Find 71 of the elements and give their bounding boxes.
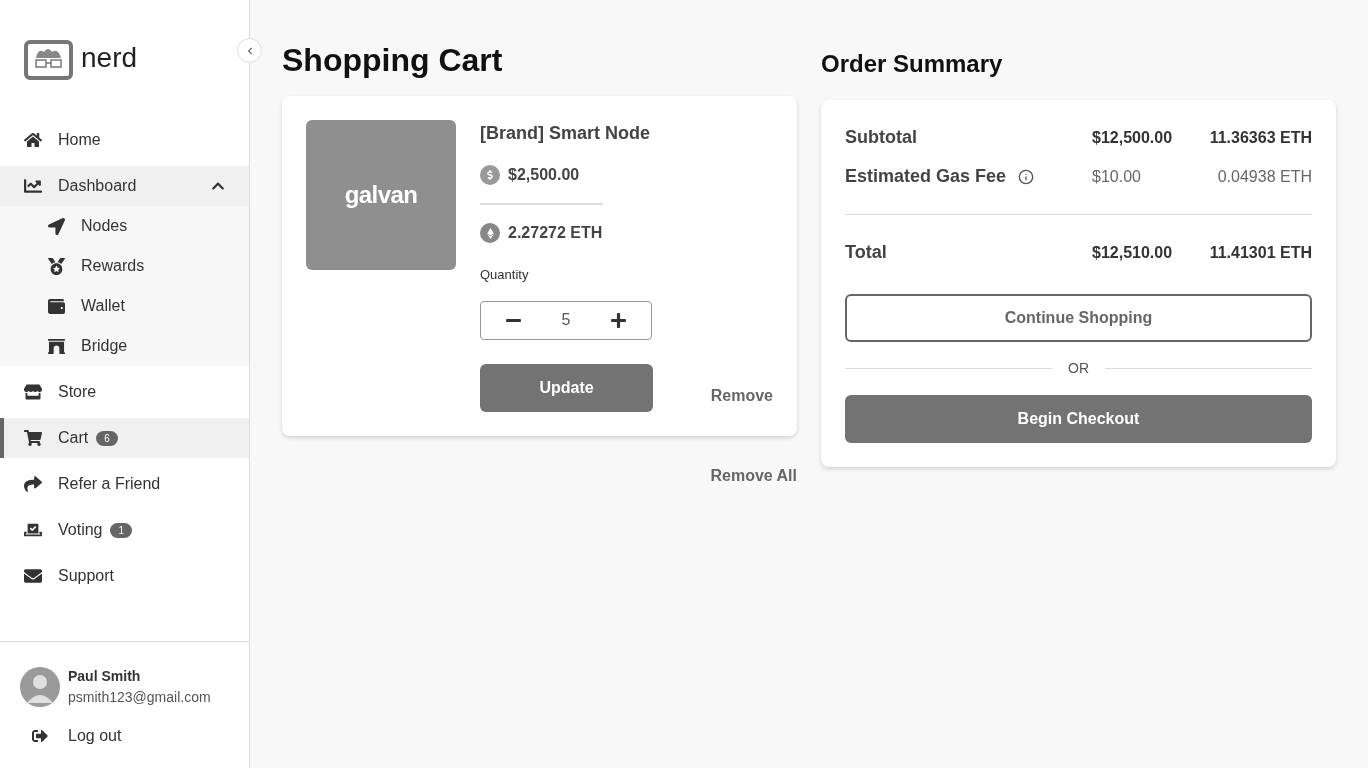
nav-subitem[interactable]: Rewards [0,246,249,286]
envelope-icon [24,567,42,585]
quantity-stepper[interactable]: 5 [480,300,652,340]
nav-label: Cart [58,428,89,448]
chevron-left-icon [245,46,254,55]
brand-name: nerd [81,41,138,75]
nerd-face-logo-icon [24,40,73,80]
nav-item[interactable]: Voting 1 [0,510,249,550]
summary-label: Total [845,241,887,264]
house-icon [24,131,42,149]
line-chart-icon [24,177,42,195]
nav-item[interactable]: Cart 6 [0,418,249,458]
update-button[interactable]: Update [480,363,653,412]
remove-link[interactable]: Remove [710,383,773,408]
section-title: Order Summary [821,49,1004,79]
nav-item[interactable]: Home [0,120,249,160]
nav-label: Support [58,566,115,586]
quantity-label: Quantity [480,266,530,284]
logout-button[interactable]: Log out [32,724,122,748]
price-eth: 2.27272 ETH [508,223,603,243]
cart-icon [24,429,42,447]
nav-item[interactable]: Support [0,556,249,596]
nav-label: Refer a Friend [58,474,161,494]
nav-label: Voting [58,520,103,540]
divider-label: OR [1068,359,1089,378]
summary-eth: 11.36363 ETH [1208,127,1312,148]
nav-label: Rewards [81,256,145,276]
nav-item[interactable]: Dashboard [0,166,249,206]
summary-eth: 11.41301 ETH [1208,242,1312,263]
info-icon[interactable] [1018,168,1035,185]
remove-all-link[interactable]: Remove All [710,463,797,488]
plus-icon[interactable] [610,311,627,329]
nav-label: Bridge [81,336,128,356]
summary-label: Estimated Gas Fee [845,165,1007,188]
summary-usd: $12,500.00 [1092,127,1174,148]
dollar-icon [480,165,500,185]
nav-label: Nodes [81,216,128,236]
count-badge: 6 [96,430,118,446]
count-badge: 1 [110,522,133,538]
wallet-icon [48,297,65,315]
medal-icon [48,257,65,275]
avatar [20,667,60,707]
summary-label: Subtotal [845,126,917,149]
nav-item[interactable]: Refer a Friend [0,464,249,504]
nav-label: Dashboard [58,176,137,196]
continue-shopping-button[interactable]: Continue Shopping [845,294,1312,342]
nav-label: Store [58,382,97,402]
summary-usd: $10.00 [1092,166,1142,187]
store-icon [24,383,42,401]
nav-item[interactable]: Store [0,372,249,412]
nav-subitem[interactable]: Wallet [0,286,249,326]
summary-usd: $12,510.00 [1092,242,1174,263]
checkout-button[interactable]: Begin Checkout [845,395,1312,443]
product-logo: galvan [344,180,418,210]
summary-eth: 0.04938 ETH [1216,166,1312,187]
nav-subitem[interactable]: Nodes [0,206,249,246]
nav-label: Wallet [81,296,125,316]
ballot-icon [24,521,42,539]
logout-icon [32,728,48,744]
user-email: psmith123@gmail.com [68,688,211,707]
share-arrow-icon [24,475,42,493]
nodes-icon [48,217,65,235]
product-name: [Brand] Smart Node [480,122,651,145]
page-title: Shopping Cart [282,41,504,80]
price-usd: $2,500.00 [508,165,580,185]
quantity-value: 5 [561,310,571,330]
bridge-icon [48,337,65,355]
ethereum-icon [480,223,500,243]
nav-subitem[interactable]: Bridge [0,326,249,366]
user-name: Paul Smith [68,667,142,686]
nav-label: Home [58,130,101,150]
